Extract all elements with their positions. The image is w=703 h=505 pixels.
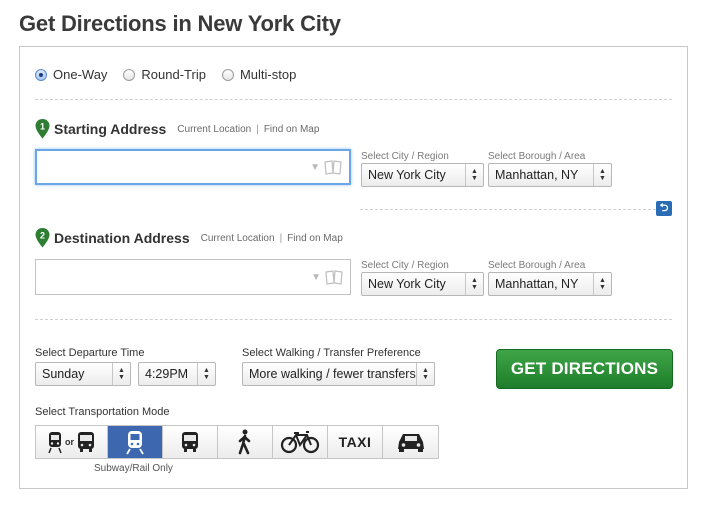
radio-round-trip-indicator[interactable] — [123, 68, 136, 81]
bike-icon — [280, 431, 320, 454]
select-arrows-icon: ▲ ▼ — [593, 273, 611, 295]
radio-multi-stop[interactable]: Multi-stop — [221, 67, 297, 82]
divider — [35, 319, 672, 320]
pin-2-icon: 2 — [35, 228, 50, 248]
select-arrows-icon: ▲ ▼ — [416, 363, 434, 385]
radio-round-trip-label: Round-Trip — [141, 67, 206, 82]
start-find-on-map-link[interactable]: Find on Map — [264, 124, 320, 135]
radio-one-way-label: One-Way — [53, 67, 108, 82]
dropdown-triangle-icon[interactable]: ▼ — [310, 162, 320, 173]
walking-preference-select[interactable]: More walking / fewer transfers ▲ ▼ — [242, 362, 435, 386]
destination-address-header: 2 Destination Address Current Location |… — [35, 228, 343, 248]
selected-mode-caption: Subway/Rail Only — [94, 463, 173, 474]
dest-city-label: Select City / Region — [361, 260, 449, 271]
divider — [360, 209, 656, 210]
radio-one-way-indicator[interactable] — [35, 68, 47, 81]
select-arrows-icon: ▲ ▼ — [465, 164, 483, 186]
walk-icon — [238, 429, 251, 455]
pin-1-icon: 1 — [35, 119, 50, 139]
trip-type-group: One-Way Round-Trip Multi-stop — [35, 67, 296, 82]
radio-multi-stop-label: Multi-stop — [239, 67, 297, 82]
mode-bike[interactable] — [273, 426, 328, 458]
mode-subway-rail[interactable] — [108, 426, 163, 458]
start-city-value: New York City — [368, 168, 446, 182]
transportation-mode-bar: or TAXI — [35, 425, 439, 459]
dest-address-tools: ▼ — [311, 269, 344, 285]
departure-time-value: 4:29PM — [145, 367, 189, 381]
address-book-icon[interactable] — [323, 159, 343, 175]
starting-address-field[interactable]: ▼ — [35, 149, 351, 185]
divider — [35, 99, 672, 100]
bus-icon — [78, 432, 94, 452]
select-arrows-icon: ▲ ▼ — [112, 363, 130, 385]
bus-icon — [182, 432, 198, 452]
page-title: Get Directions in New York City — [19, 11, 341, 36]
subway-rail-icon — [126, 431, 144, 455]
svg-text:2: 2 — [40, 231, 45, 241]
walking-preference-label: Select Walking / Transfer Preference — [242, 347, 421, 359]
radio-one-way[interactable]: One-Way — [35, 67, 107, 82]
destination-address-input[interactable] — [36, 260, 306, 294]
radio-multi-stop-indicator[interactable] — [221, 68, 234, 81]
or-text: or — [65, 437, 74, 447]
directions-panel: One-Way Round-Trip Multi-stop 1 Starting… — [19, 46, 688, 489]
get-directions-button[interactable]: GET DIRECTIONS — [496, 349, 673, 389]
address-book-icon[interactable] — [324, 269, 344, 285]
dest-find-on-map-link[interactable]: Find on Map — [287, 233, 343, 244]
dest-current-location-link[interactable]: Current Location — [201, 233, 275, 244]
dest-city-value: New York City — [368, 277, 446, 291]
start-city-select[interactable]: New York City ▲ ▼ — [361, 163, 484, 187]
departure-time-label: Select Departure Time — [35, 347, 145, 359]
select-arrows-icon: ▲ ▼ — [465, 273, 483, 295]
dropdown-triangle-icon[interactable]: ▼ — [311, 272, 321, 283]
dest-link-separator: | — [279, 232, 283, 244]
starting-address-header: 1 Starting Address Current Location | Fi… — [35, 119, 319, 139]
start-borough-value: Manhattan, NY — [495, 168, 579, 182]
walking-preference-value: More walking / fewer transfers — [249, 367, 416, 381]
departure-day-select[interactable]: Sunday ▲ ▼ — [35, 362, 131, 386]
start-borough-label: Select Borough / Area — [488, 151, 586, 162]
train-icon — [48, 432, 62, 454]
start-city-label: Select City / Region — [361, 151, 449, 162]
start-address-tools: ▼ — [310, 159, 343, 175]
destination-address-field[interactable]: ▼ — [35, 259, 351, 295]
transportation-mode-label: Select Transportation Mode — [35, 406, 170, 418]
svg-text:1: 1 — [40, 122, 45, 132]
start-borough-select[interactable]: Manhattan, NY ▲ ▼ — [488, 163, 612, 187]
radio-round-trip[interactable]: Round-Trip — [123, 67, 206, 82]
taxi-text: TAXI — [338, 434, 372, 450]
mode-bus[interactable] — [163, 426, 218, 458]
dest-borough-select[interactable]: Manhattan, NY ▲ ▼ — [488, 272, 612, 296]
mode-car[interactable] — [383, 426, 438, 458]
destination-address-label: Destination Address — [54, 230, 190, 246]
dest-borough-value: Manhattan, NY — [495, 277, 579, 291]
start-link-separator: | — [256, 123, 259, 135]
car-icon — [397, 434, 424, 452]
departure-day-value: Sunday — [42, 367, 85, 381]
starting-address-label: Starting Address — [54, 121, 167, 137]
dest-city-select[interactable]: New York City ▲ ▼ — [361, 272, 484, 296]
select-arrows-icon: ▲ ▼ — [197, 363, 215, 385]
mode-taxi[interactable]: TAXI — [328, 426, 383, 458]
mode-walk[interactable] — [218, 426, 273, 458]
start-current-location-link[interactable]: Current Location — [177, 124, 251, 135]
dest-borough-label: Select Borough / Area — [488, 260, 586, 271]
select-arrows-icon: ▲ ▼ — [593, 164, 611, 186]
swap-addresses-icon[interactable]: ⮌ — [656, 201, 672, 216]
starting-address-input[interactable] — [37, 151, 307, 183]
departure-time-select[interactable]: 4:29PM ▲ ▼ — [138, 362, 216, 386]
mode-train-or-bus[interactable]: or — [36, 426, 108, 458]
